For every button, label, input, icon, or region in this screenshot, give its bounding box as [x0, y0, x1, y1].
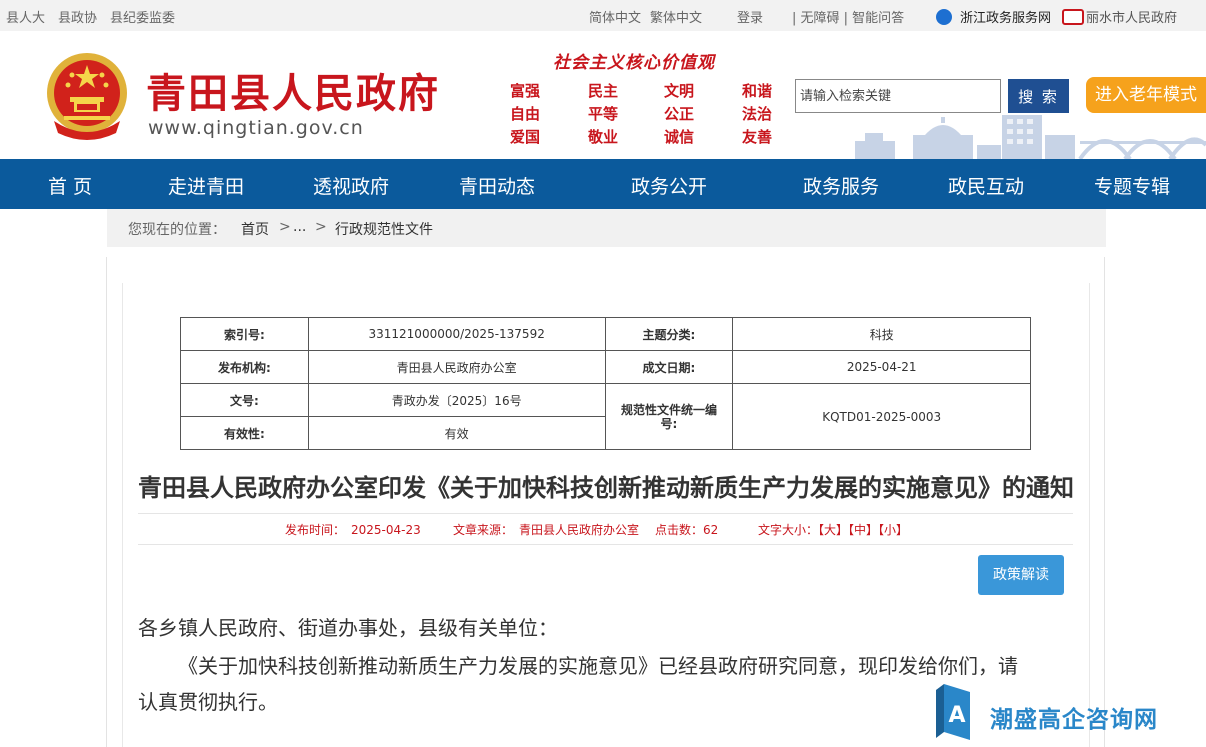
index-value: 331121000000/2025-137592 [307, 317, 606, 351]
core-value: 爱国 [510, 128, 541, 146]
body-paragraph-continued: 认真贯彻执行。 [138, 690, 278, 714]
article-title: 青田县人民政府办公室印发《关于加快科技创新推动新质生产力发展的实施意见》的通知 [138, 474, 1074, 502]
font-large-button[interactable]: 【大】 [818, 523, 848, 537]
breadcrumb-ellipsis[interactable]: ... [293, 219, 306, 235]
core-value: 富强 [510, 82, 541, 100]
org-value: 青田县人民政府办公室 [307, 350, 606, 384]
main-nav: 首 页 走进青田 透视政府 青田动态 政务公开 政务服务 政民互动 专题专辑 [0, 159, 1206, 209]
index-label: 索引号: [180, 317, 309, 351]
link-county-congress[interactable]: 县人大 [6, 7, 45, 26]
nav-news[interactable]: 青田动态 [459, 172, 535, 199]
nav-gov-disclosure[interactable]: 政务公开 [631, 172, 707, 199]
nav-interaction[interactable]: 政民互动 [948, 172, 1024, 199]
policy-interpretation-button[interactable]: 政策解读 [978, 555, 1064, 595]
table-row: 文号: 青政办发〔2025〕16号 规范性文件统一编号: KQTD01-2025… [180, 383, 1031, 450]
clicks-count: 62 [703, 523, 719, 537]
breadcrumb-prefix: 您现在的位置： [128, 222, 226, 238]
org-label: 发布机构: [180, 350, 309, 384]
font-medium-button[interactable]: 【中】 [848, 523, 878, 537]
divider [138, 513, 1073, 514]
font-size-label: 文字大小： [758, 523, 819, 537]
date-label: 成文日期: [604, 350, 734, 384]
site-title: 青田县人民政府 [146, 71, 440, 117]
core-value: 自由 [510, 105, 541, 123]
core-value: 诚信 [664, 128, 695, 146]
font-small-button[interactable]: 【小】 [878, 523, 908, 537]
breadcrumb-current[interactable]: 行政规范性文件 [335, 219, 433, 239]
lishui-label: 丽水市人民政府 [1086, 11, 1178, 26]
watermark-logo-icon: A [936, 684, 970, 740]
core-value: 敬业 [588, 128, 619, 146]
breadcrumb: 您现在的位置： 首页 > ... > 行政规范性文件 [107, 209, 1106, 247]
clicks-info: 点击数：62 [655, 521, 718, 538]
content-border [106, 257, 107, 747]
publish-info: 发布时间： 2025-04-23 [285, 521, 421, 538]
divider [138, 544, 1073, 545]
core-value: 友善 [742, 128, 773, 146]
lang-simplified-link[interactable]: 简体中文 [589, 7, 641, 26]
lishui-icon [1062, 9, 1084, 25]
search-button[interactable]: 搜 索 [1008, 79, 1069, 113]
watermark-text: 潮盛高企咨询网 [990, 706, 1158, 733]
link-county-cppcc[interactable]: 县政协 [58, 7, 97, 26]
content-border [1104, 257, 1105, 747]
validity-label: 有效性: [180, 416, 309, 450]
top-bar: 县人大 县政协 县纪委监委 简体中文 繁体中文 登录 | 无障碍 | 智能问答 … [0, 0, 1206, 31]
breadcrumb-separator: > [315, 219, 327, 235]
city-skyline-illustration [855, 115, 1206, 159]
nav-home[interactable]: 首 页 [48, 172, 92, 199]
salutation: 各乡镇人民政府、街道办事处，县级有关单位： [138, 616, 558, 640]
svg-text:A: A [948, 703, 965, 728]
source-label: 文章来源： [453, 523, 514, 537]
core-value: 文明 [664, 82, 695, 100]
zj-portal-icon [936, 9, 952, 25]
code-value: KQTD01-2025-0003 [732, 383, 1031, 450]
publish-label: 发布时间： [285, 523, 346, 537]
body-paragraph: 《关于加快科技创新推动新质生产力发展的实施意见》已经县政府研究同意，现印发给你们… [178, 654, 1018, 678]
search-input[interactable] [795, 79, 1001, 113]
zj-portal-link[interactable]: 浙江政务服务网 [936, 7, 1051, 26]
link-county-discipline[interactable]: 县纪委监委 [110, 7, 175, 26]
docno-value: 青政办发〔2025〕16号 [307, 383, 606, 417]
core-value: 民主 [588, 82, 619, 100]
breadcrumb-home[interactable]: 首页 [241, 219, 269, 239]
zj-portal-label: 浙江政务服务网 [960, 11, 1052, 26]
content-border [122, 283, 123, 747]
table-row: 索引号: 331121000000/2025-137592 主题分类: 科技 [180, 317, 1031, 351]
core-value: 平等 [588, 105, 619, 123]
accessibility-links[interactable]: | 无障碍 | 智能问答 [792, 7, 904, 26]
elder-mode-button[interactable]: 进入老年模式 [1086, 77, 1206, 113]
code-label: 规范性文件统一编号: [604, 383, 734, 450]
source-info: 文章来源： 青田县人民政府办公室 [453, 521, 639, 538]
lang-traditional-link[interactable]: 繁体中文 [650, 7, 702, 26]
core-value: 法治 [742, 105, 773, 123]
core-value: 和谐 [742, 82, 773, 100]
validity-value: 有效 [307, 416, 606, 450]
nav-gov-services[interactable]: 政务服务 [803, 172, 879, 199]
lishui-link[interactable]: 丽水市人民政府 [1062, 7, 1177, 26]
site-url: www.qingtian.gov.cn [148, 117, 364, 139]
breadcrumb-separator: > [279, 219, 291, 235]
publish-date: 2025-04-23 [351, 523, 421, 537]
topic-value: 科技 [732, 317, 1031, 351]
source-value: 青田县人民政府办公室 [519, 523, 640, 537]
national-emblem-icon [47, 53, 127, 140]
site-header: 青田县人民政府 www.qingtian.gov.cn 社会主义核心价值观 富强… [0, 31, 1206, 159]
nav-special-topics[interactable]: 专题专辑 [1094, 172, 1170, 199]
clicks-label: 点击数： [655, 523, 704, 537]
document-meta-table: 索引号: 331121000000/2025-137592 主题分类: 科技 发… [180, 317, 1031, 450]
nav-about-qingtian[interactable]: 走进青田 [168, 172, 244, 199]
core-values-title: 社会主义核心价值观 [553, 53, 715, 73]
login-link[interactable]: 登录 [737, 7, 763, 26]
table-row: 发布机构: 青田县人民政府办公室 成文日期: 2025-04-21 [180, 350, 1031, 384]
date-value: 2025-04-21 [732, 350, 1031, 384]
nav-government[interactable]: 透视政府 [313, 172, 389, 199]
core-value: 公正 [664, 105, 695, 123]
topic-label: 主题分类: [604, 317, 734, 351]
font-size-control: 文字大小：【大】【中】【小】 [758, 521, 908, 538]
docno-label: 文号: [180, 383, 309, 417]
content-border [1089, 283, 1090, 747]
